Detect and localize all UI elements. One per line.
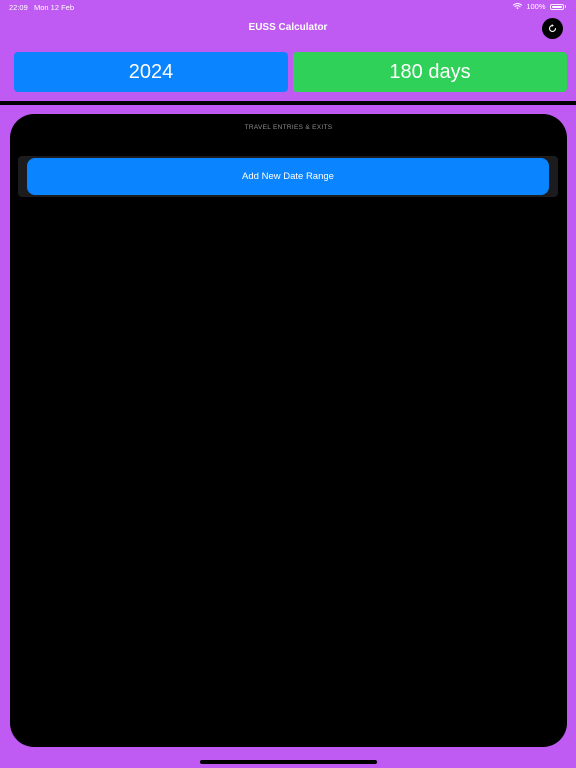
battery-body: [549, 3, 564, 10]
section-header: TRAVEL ENTRIES & EXITS: [244, 124, 333, 131]
home-indicator[interactable]: [200, 760, 377, 764]
add-date-range-button[interactable]: Add New Date Range: [27, 158, 549, 195]
entries-list-group: Add New Date Range: [18, 156, 558, 197]
status-date: Mon 12 Feb: [34, 3, 75, 12]
year-tile[interactable]: 2024: [14, 52, 288, 92]
days-tile[interactable]: 180 days: [293, 52, 567, 92]
wifi-icon: [513, 3, 523, 10]
refresh-icon: [547, 23, 558, 34]
refresh-button[interactable]: [542, 18, 563, 39]
battery-icon: [549, 3, 566, 10]
status-right: 100%: [513, 2, 566, 11]
status-time: 22:09: [9, 3, 28, 12]
battery-fill: [551, 5, 562, 8]
page-title: EUSS Calculator: [248, 22, 328, 33]
battery-percentage: 100%: [526, 2, 546, 11]
status-bar: 22:09 Mon 12 Feb 100%: [0, 0, 576, 14]
battery-tip: [564, 5, 566, 8]
divider: [0, 101, 576, 105]
travel-entries-panel: TRAVEL ENTRIES & EXITS Add New Date Rang…: [10, 114, 567, 747]
